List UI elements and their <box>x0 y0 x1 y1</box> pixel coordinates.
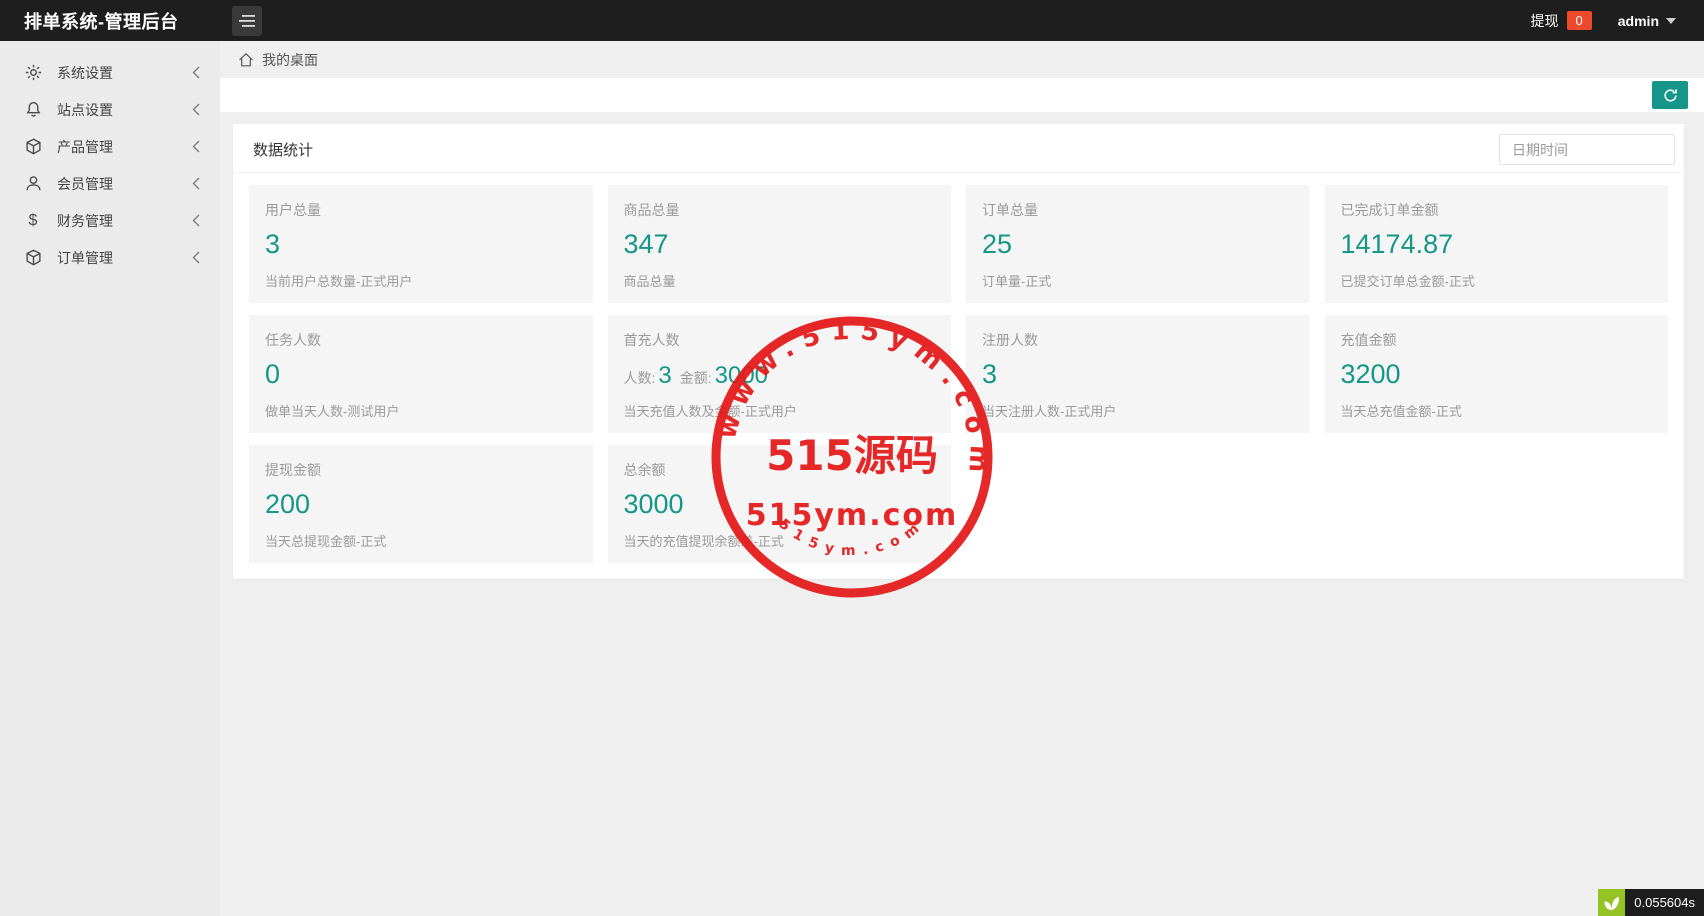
stat-card-registered-users: 注册人数 3 当天注册人数-正式用户 <box>966 315 1310 433</box>
chevron-left-icon <box>192 177 200 190</box>
card-title: 总余额 <box>624 460 936 480</box>
stats-panel: 数据统计 用户总量 3 当前用户总数量-正式用户 商品总量 347 商品总量 订… <box>233 124 1684 579</box>
withdraw-count-badge: 0 <box>1567 11 1592 30</box>
sidebar-item-system-settings[interactable]: 系统设置 <box>0 54 220 91</box>
user-menu[interactable]: admin <box>1618 13 1676 29</box>
stat-card-recharge-amount: 充值金额 3200 当天总充值金额-正式 <box>1325 315 1669 433</box>
card-value: 3 <box>265 229 577 260</box>
panel-title: 数据统计 <box>253 142 313 159</box>
value-label: 金额: <box>680 370 712 386</box>
card-title: 用户总量 <box>265 200 577 220</box>
card-value: 200 <box>265 489 577 520</box>
card-desc: 已提交订单总金额-正式 <box>1341 271 1653 290</box>
runtime-badge: 0.055604s <box>1598 889 1704 916</box>
sidebar-item-member-management[interactable]: 会员管理 <box>0 165 220 202</box>
chevron-down-icon <box>1666 18 1676 24</box>
cube-icon <box>24 138 42 156</box>
app-title: 排单系统-管理后台 <box>0 8 220 34</box>
username: admin <box>1618 13 1659 29</box>
card-desc: 当前用户总数量-正式用户 <box>265 271 577 290</box>
card-desc: 订单量-正式 <box>982 271 1294 290</box>
card-title: 注册人数 <box>982 330 1294 350</box>
sidebar-item-order-management[interactable]: 订单管理 <box>0 239 220 276</box>
card-title: 任务人数 <box>265 330 577 350</box>
hamburger-icon <box>239 14 255 28</box>
value-number: 3 <box>658 362 671 389</box>
card-title: 充值金额 <box>1341 330 1653 350</box>
stat-card-users-total: 用户总量 3 当前用户总数量-正式用户 <box>249 185 593 303</box>
sidebar-item-label: 产品管理 <box>57 137 192 157</box>
sidebar-item-label: 系统设置 <box>57 63 192 83</box>
cube-icon <box>24 249 42 267</box>
withdraw-label: 提现 <box>1531 11 1559 31</box>
dollar-icon: $ <box>24 212 42 230</box>
card-value: 3000 <box>624 489 936 520</box>
card-desc: 商品总量 <box>624 271 936 290</box>
card-value: 14174.87 <box>1341 229 1653 260</box>
sidebar-item-label: 会员管理 <box>57 174 192 194</box>
chevron-left-icon <box>192 251 200 264</box>
card-title: 首充人数 <box>624 330 936 350</box>
card-title: 商品总量 <box>624 200 936 220</box>
sidebar-item-product-management[interactable]: 产品管理 <box>0 128 220 165</box>
card-value: 人数:3 金额:3000 <box>624 359 936 390</box>
card-title: 已完成订单金额 <box>1341 200 1653 220</box>
gear-icon <box>24 64 42 82</box>
date-time-input[interactable] <box>1499 134 1675 165</box>
home-icon <box>238 52 254 68</box>
user-icon <box>24 175 42 193</box>
topbar: 排单系统-管理后台 提现 0 admin <box>0 0 1704 41</box>
sidebar-item-label: 订单管理 <box>57 248 192 268</box>
stat-card-products-total: 商品总量 347 商品总量 <box>608 185 952 303</box>
main-area: 我的桌面 数据统计 用户总量 3 当前用户总数量-正式用户 商品总量 347 商… <box>220 41 1704 916</box>
card-desc: 当天的充值提现余额差-正式 <box>624 531 936 550</box>
refresh-button[interactable] <box>1652 81 1688 109</box>
stat-card-orders-total: 订单总量 25 订单量-正式 <box>966 185 1310 303</box>
card-value: 3200 <box>1341 359 1653 390</box>
refresh-icon <box>1662 87 1679 104</box>
value-label: 人数: <box>624 370 656 386</box>
stat-card-first-recharge: 首充人数 人数:3 金额:3000 当天充值人数及金额-正式用户 <box>608 315 952 433</box>
sidebar-item-label: 财务管理 <box>57 211 192 231</box>
stat-card-task-users: 任务人数 0 做单当天人数-测试用户 <box>249 315 593 433</box>
card-desc: 做单当天人数-测试用户 <box>265 401 577 420</box>
chevron-left-icon <box>192 66 200 79</box>
sidebar: 系统设置 站点设置 产品管理 <box>0 41 220 916</box>
runtime-time: 0.055604s <box>1625 889 1704 916</box>
sidebar-item-site-settings[interactable]: 站点设置 <box>0 91 220 128</box>
thinkphp-leaf-icon[interactable] <box>1598 889 1625 916</box>
card-title: 订单总量 <box>982 200 1294 220</box>
withdraw-nav-item[interactable]: 提现 0 <box>1531 11 1592 31</box>
stat-card-total-balance: 总余额 3000 当天的充值提现余额差-正式 <box>608 445 952 563</box>
stat-card-withdraw-amount: 提现金额 200 当天总提现金额-正式 <box>249 445 593 563</box>
breadcrumb-item[interactable]: 我的桌面 <box>262 50 318 70</box>
chevron-left-icon <box>192 140 200 153</box>
stats-cards-grid: 用户总量 3 当前用户总数量-正式用户 商品总量 347 商品总量 订单总量 2… <box>233 173 1684 579</box>
card-desc: 当天充值人数及金额-正式用户 <box>624 401 936 420</box>
sidebar-item-finance-management[interactable]: $ 财务管理 <box>0 202 220 239</box>
bell-icon <box>24 101 42 119</box>
chevron-left-icon <box>192 214 200 227</box>
tab-bar <box>220 78 1704 112</box>
value-number: 3000 <box>715 362 768 389</box>
card-value: 25 <box>982 229 1294 260</box>
breadcrumb: 我的桌面 <box>220 41 1704 78</box>
card-desc: 当天总充值金额-正式 <box>1341 401 1653 420</box>
chevron-left-icon <box>192 103 200 116</box>
card-value: 347 <box>624 229 936 260</box>
panel-header: 数据统计 <box>233 124 1684 173</box>
card-desc: 当天注册人数-正式用户 <box>982 401 1294 420</box>
stat-card-completed-order-amount: 已完成订单金额 14174.87 已提交订单总金额-正式 <box>1325 185 1669 303</box>
sidebar-item-label: 站点设置 <box>57 100 192 120</box>
card-value: 3 <box>982 359 1294 390</box>
card-desc: 当天总提现金额-正式 <box>265 531 577 550</box>
card-value: 0 <box>265 359 577 390</box>
menu-toggle-button[interactable] <box>232 6 262 36</box>
card-title: 提现金额 <box>265 460 577 480</box>
